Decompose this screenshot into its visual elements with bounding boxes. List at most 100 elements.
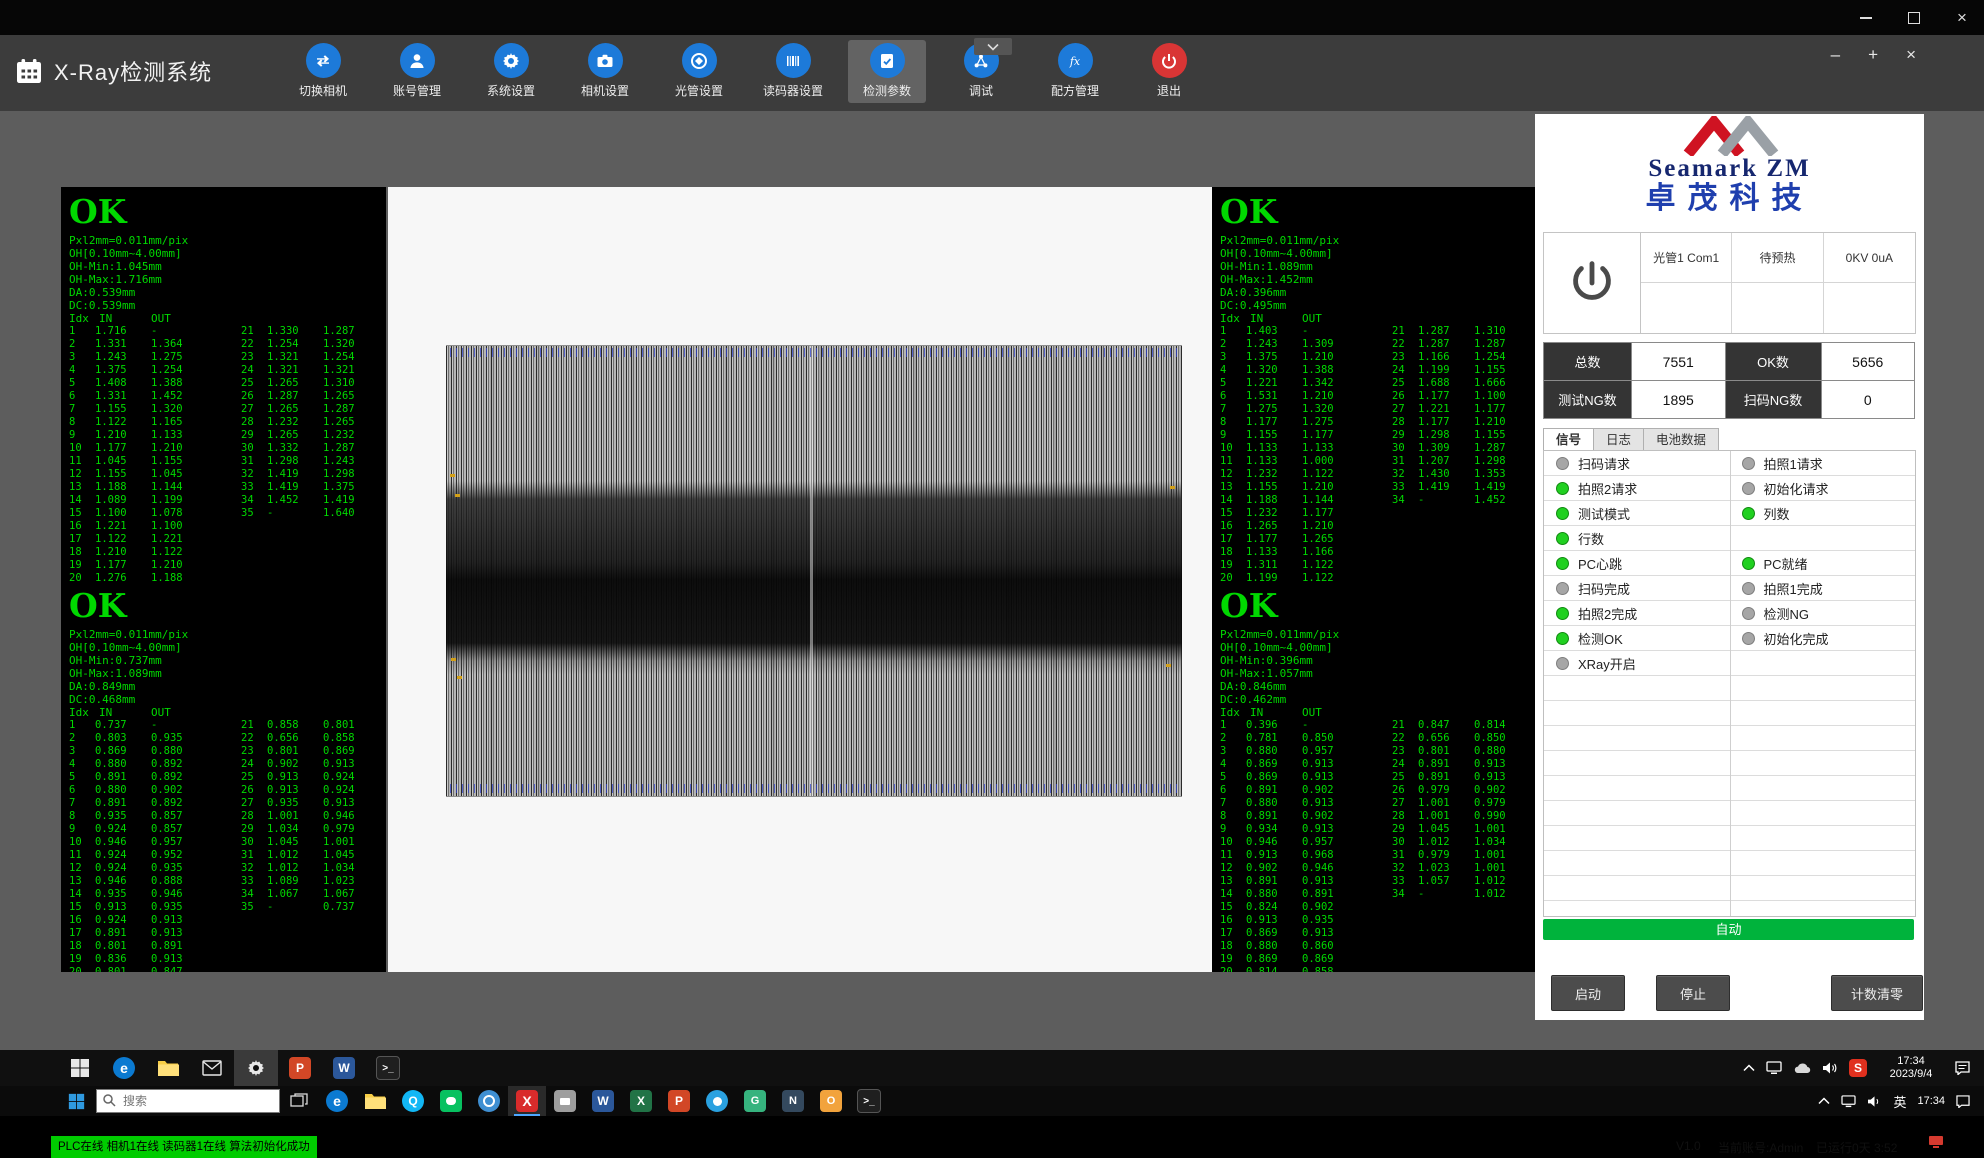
chevron-up-icon[interactable]	[1818, 1097, 1830, 1105]
green-app-icon[interactable]	[736, 1086, 774, 1116]
qq-icon[interactable]	[394, 1086, 432, 1116]
settings-app-icon[interactable]	[234, 1050, 278, 1086]
tray-time: 17:34	[1897, 1055, 1925, 1067]
toolbar-item-recipe[interactable]: fx 配方管理	[1036, 40, 1114, 103]
tube-empty-cell	[1824, 283, 1915, 333]
counter-value: 1895	[1632, 381, 1726, 419]
measurement-rows: 211.3301.287221.2541.320231.3211.254241.…	[241, 325, 373, 520]
tab-log[interactable]: 日志	[1594, 428, 1644, 452]
account-label: 当前账号:Admin	[1718, 1139, 1803, 1156]
brand-name-cn: 卓茂科技	[1535, 182, 1924, 216]
signal-led	[1742, 557, 1755, 570]
toolbar-item-camera-settings[interactable]: 相机设置	[566, 40, 644, 103]
logo-m-icon	[1535, 116, 1924, 156]
toolbar-item-account[interactable]: 账号管理	[378, 40, 456, 103]
toolbar-item-label: 配方管理	[1051, 82, 1099, 99]
browser-icon[interactable]	[698, 1086, 736, 1116]
mail-icon[interactable]	[190, 1050, 234, 1086]
system-minimize-button[interactable]	[1844, 0, 1888, 35]
toolbar-item-tube-settings[interactable]: 光管设置	[660, 40, 738, 103]
count-clear-button[interactable]: 计数清零	[1831, 975, 1923, 1011]
search-app-icon[interactable]	[470, 1086, 508, 1116]
exit-power-icon	[1152, 43, 1187, 78]
app-close-button[interactable]: ×	[1902, 45, 1920, 65]
system-maximize-button[interactable]	[1892, 0, 1936, 35]
clock[interactable]: 17:34 2023/9/4	[1878, 1055, 1944, 1081]
marker-dot	[450, 474, 455, 477]
toolbar-item-label: 系统设置	[487, 82, 535, 99]
terminal-icon[interactable]	[850, 1086, 888, 1116]
display-icon[interactable]	[1841, 1095, 1856, 1108]
measurement-rows: 210.8580.801220.6560.858230.8010.869240.…	[241, 719, 373, 914]
toolbar-item-detect-params[interactable]: 检测参数	[848, 40, 926, 103]
toolbar-item-label: 切换相机	[299, 82, 347, 99]
search-input[interactable]	[96, 1089, 280, 1113]
powerpoint-icon[interactable]	[278, 1050, 322, 1086]
signal-led	[1742, 507, 1755, 520]
chevron-up-icon[interactable]	[1743, 1064, 1755, 1072]
tab-battery-data[interactable]: 电池数据	[1644, 428, 1719, 452]
tube-status-box: 光管1 Com1 待预热 0KV 0uA	[1543, 232, 1916, 334]
onedrive-icon[interactable]	[1793, 1062, 1811, 1074]
tab-signal[interactable]: 信号	[1543, 428, 1594, 452]
task-view-icon[interactable]	[280, 1086, 318, 1116]
toolbar-item-system-settings[interactable]: 系统设置	[472, 40, 550, 103]
wechat-icon[interactable]	[432, 1086, 470, 1116]
marker-dot	[455, 494, 460, 497]
signal-led	[1556, 532, 1569, 545]
signal-label: 检测OK	[1578, 629, 1623, 648]
orange-app-icon[interactable]	[812, 1086, 850, 1116]
start-button[interactable]: 启动	[1551, 975, 1625, 1011]
language-indicator[interactable]: 英	[1893, 1092, 1906, 1111]
sogou-input-icon[interactable]	[1849, 1059, 1867, 1077]
edge-icon[interactable]	[318, 1086, 356, 1116]
tube-state-label: 待预热	[1732, 233, 1823, 283]
start-button-remote[interactable]	[58, 1050, 102, 1086]
excel-icon[interactable]	[622, 1086, 660, 1116]
word-icon[interactable]	[322, 1050, 366, 1086]
xray-viewport	[388, 187, 1212, 972]
power-button[interactable]	[1544, 233, 1641, 333]
volume-icon[interactable]	[1822, 1061, 1838, 1075]
signal-label: 拍照1完成	[1764, 579, 1823, 598]
navy-app-icon[interactable]	[774, 1086, 812, 1116]
powerpoint-icon[interactable]	[660, 1086, 698, 1116]
counter-label: 测试NG数	[1544, 381, 1632, 419]
main-area: OK Pxl2mm=0.011mm/pixOH[0.10mm~4.00mm]OH…	[0, 111, 1984, 1050]
debug-dropdown-button[interactable]	[974, 38, 1012, 55]
edge-icon[interactable]	[102, 1050, 146, 1086]
signal-label: PC就绪	[1764, 554, 1808, 573]
device-status-badge: PLC在线 相机1在线 读码器1在线 算法初始化成功	[51, 1136, 317, 1158]
xray-app-icon[interactable]	[508, 1086, 546, 1116]
app-minimize-button[interactable]: –	[1827, 45, 1844, 65]
system-close-button[interactable]: ×	[1940, 0, 1984, 35]
account-icon	[400, 43, 435, 78]
tube-kv-label: 0KV 0uA	[1824, 233, 1915, 283]
taskbar-search	[96, 1089, 280, 1113]
camera-app-icon[interactable]	[546, 1086, 584, 1116]
start-button-local[interactable]	[58, 1086, 94, 1116]
display-icon[interactable]	[1766, 1061, 1782, 1075]
volume-icon[interactable]	[1867, 1095, 1882, 1108]
measurement-rows: 210.8470.814220.6560.850230.8010.880240.…	[1392, 719, 1524, 901]
app-restore-button[interactable]: +	[1864, 45, 1882, 65]
toolbar-item-switch-camera[interactable]: 切换相机	[284, 40, 362, 103]
marker-dot	[1166, 664, 1171, 667]
auto-mode-button[interactable]: 自动	[1543, 919, 1914, 940]
tube-icon	[682, 43, 717, 78]
stop-button[interactable]: 停止	[1656, 975, 1730, 1011]
clock[interactable]: 17:34	[1917, 1095, 1945, 1107]
word-icon[interactable]	[584, 1086, 622, 1116]
file-explorer-icon[interactable]	[356, 1086, 394, 1116]
toolbar-item-exit[interactable]: 退出	[1130, 40, 1208, 103]
counter-value: 0	[1822, 381, 1916, 419]
file-explorer-icon[interactable]	[146, 1050, 190, 1086]
notification-icon[interactable]	[1955, 1061, 1970, 1075]
measurement-column-header: IdxINOUT	[1220, 312, 1530, 325]
toolbar-item-reader-settings[interactable]: 读码器设置	[754, 40, 832, 103]
terminal-icon[interactable]	[366, 1050, 410, 1086]
signal-led	[1742, 632, 1755, 645]
result-status: OK	[1220, 193, 1530, 231]
notification-icon[interactable]	[1956, 1095, 1970, 1108]
measurement-column-header: IdxINOUT	[1220, 706, 1530, 719]
